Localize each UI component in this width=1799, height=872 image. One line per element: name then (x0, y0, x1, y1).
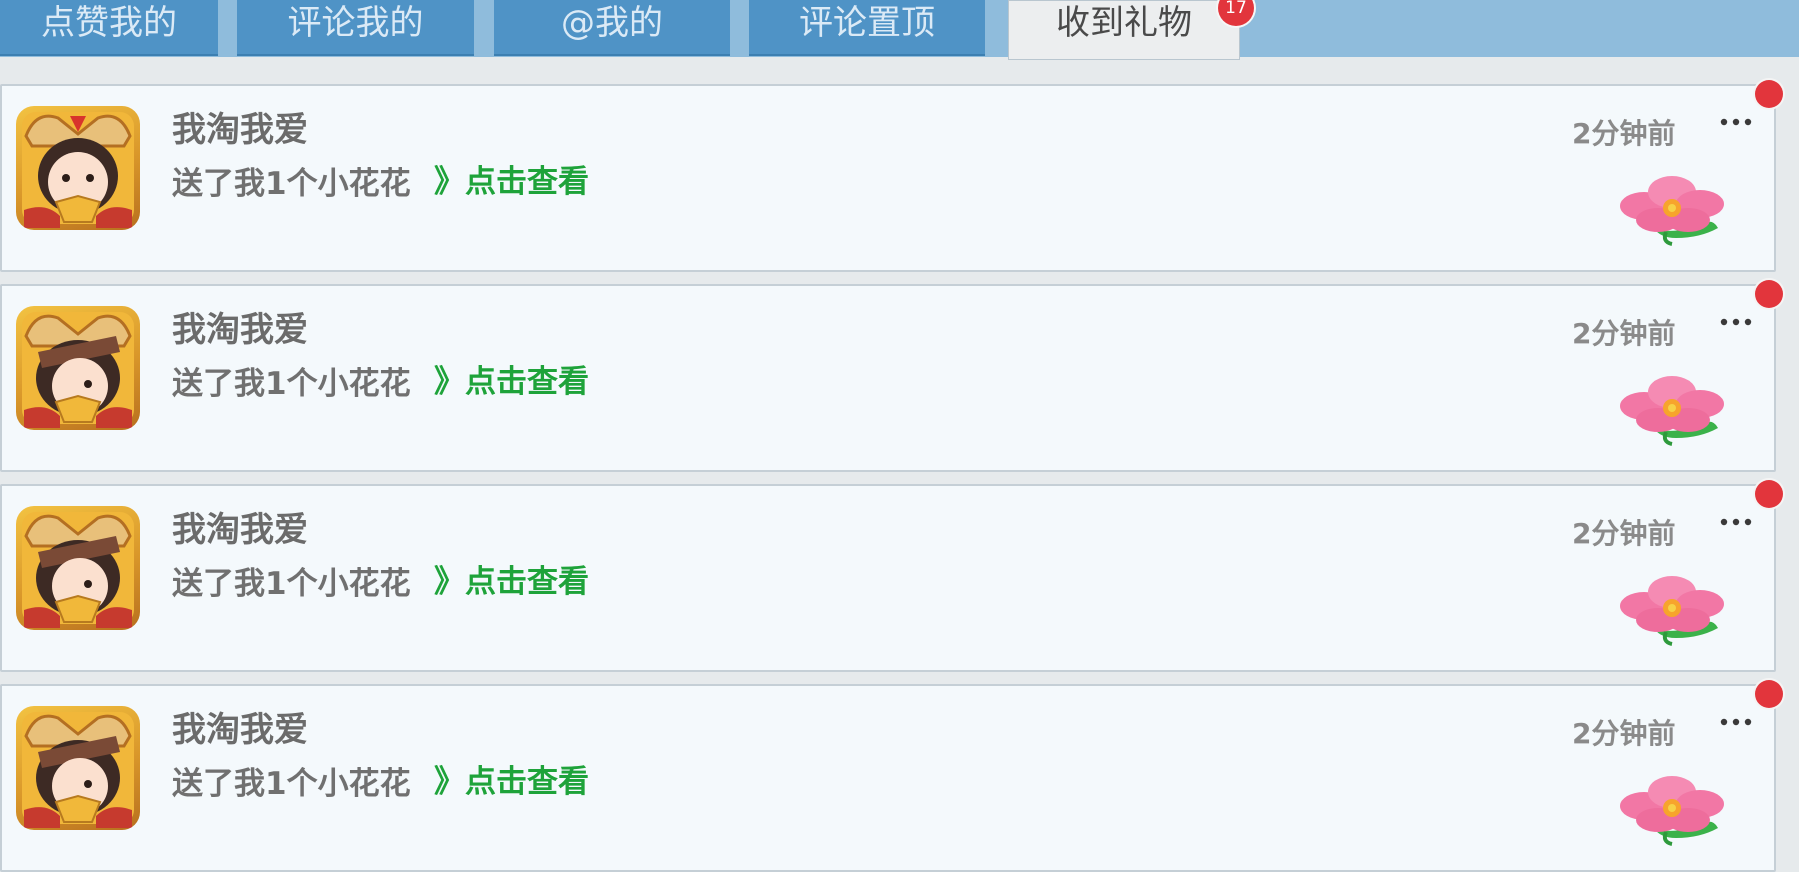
view-gift-link[interactable]: 》点击查看 (434, 556, 589, 601)
flower-icon (1620, 576, 1724, 646)
sender-name: 我淘我爱 (172, 110, 308, 150)
tab-label: 评论置顶 (799, 3, 935, 43)
avatar[interactable] (16, 506, 140, 630)
unread-dot (1755, 80, 1783, 108)
list-item[interactable]: 我淘我爱 送了我1个小花花 》点击查看 2分钟前 (0, 480, 1783, 672)
avatar[interactable] (16, 306, 140, 430)
gift-message: 送了我1个小花花 (172, 566, 411, 602)
sender-name: 我淘我爱 (172, 510, 308, 550)
more-options-icon[interactable] (1718, 512, 1758, 532)
tab-label: 评论我的 (287, 3, 424, 43)
avatar-image (22, 712, 134, 828)
view-gift-link[interactable]: 》点击查看 (434, 356, 589, 401)
more-options-icon[interactable] (1718, 712, 1758, 732)
sender-name: 我淘我爱 (172, 710, 308, 750)
view-gift-link[interactable]: 》点击查看 (434, 756, 589, 801)
tab-label: 点赞我的 (41, 3, 177, 43)
gift-message: 送了我1个小花花 (172, 366, 411, 402)
gift-message: 送了我1个小花花 (172, 166, 411, 202)
timestamp: 2分钟前 (1572, 317, 1676, 350)
gift-message: 送了我1个小花花 (172, 766, 411, 802)
timestamp: 2分钟前 (1572, 117, 1676, 150)
sender-name: 我淘我爱 (172, 310, 308, 350)
list-item[interactable]: 我淘我爱 送了我1个小花花 》点击查看 2分钟前 (0, 680, 1783, 872)
unread-dot (1755, 680, 1783, 708)
avatar-image (22, 112, 134, 228)
list-item[interactable]: 我淘我爱 送了我1个小花花 》点击查看 2分钟前 (0, 80, 1783, 272)
unread-dot (1755, 480, 1783, 508)
avatar[interactable] (16, 706, 140, 830)
tab-label: @我的 (561, 3, 663, 43)
tab-comments[interactable]: 评论我的 (237, 0, 474, 56)
tab-label: 收到礼物 (1056, 3, 1192, 43)
avatar[interactable] (16, 106, 140, 230)
tab-likes[interactable]: 点赞我的 (0, 0, 218, 56)
flower-icon (1620, 176, 1724, 246)
view-gift-link[interactable]: 》点击查看 (434, 156, 589, 201)
tab-pinned-comments[interactable]: 评论置顶 (749, 0, 985, 56)
tab-mentions[interactable]: @我的 (494, 0, 730, 56)
unread-count-badge: 17 (1218, 0, 1254, 26)
timestamp: 2分钟前 (1572, 517, 1676, 550)
unread-dot (1755, 280, 1783, 308)
tab-gifts[interactable]: 收到礼物 17 (1008, 0, 1254, 60)
avatar-image (22, 512, 134, 628)
tab-bar: 点赞我的 评论我的 @我的 评论置顶 收到礼物 17 (0, 0, 1799, 60)
flower-icon (1620, 776, 1724, 846)
flower-icon (1620, 376, 1724, 446)
more-options-icon[interactable] (1718, 312, 1758, 332)
more-options-icon[interactable] (1718, 112, 1758, 132)
avatar-image (22, 312, 134, 428)
list-item[interactable]: 我淘我爱 送了我1个小花花 》点击查看 2分钟前 (0, 280, 1783, 472)
timestamp: 2分钟前 (1572, 717, 1676, 750)
